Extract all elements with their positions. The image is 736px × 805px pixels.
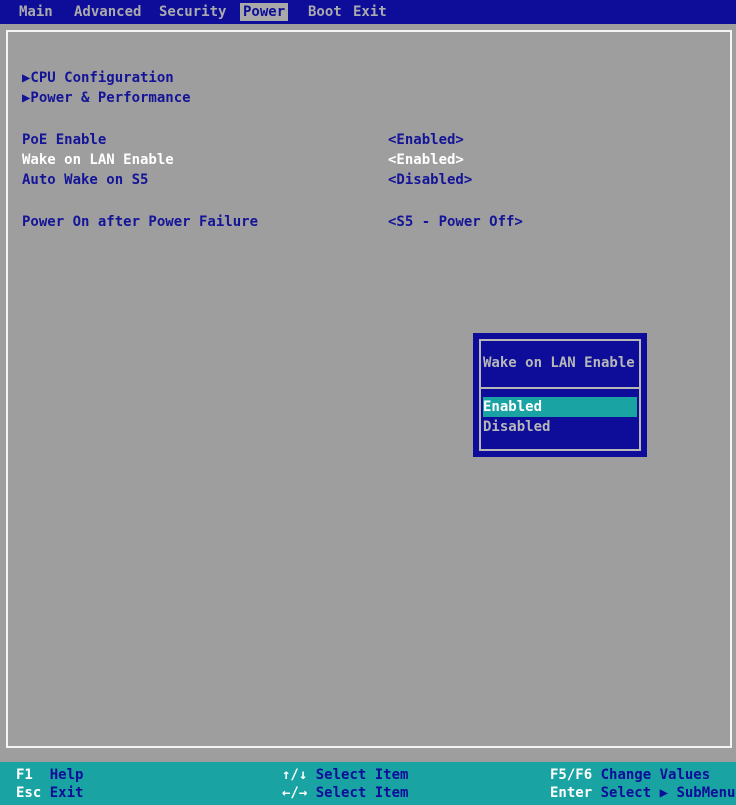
popup-divider [481,387,639,389]
setting-value[interactable]: <Enabled> [388,151,464,169]
key-label: ↑/↓ [282,767,308,783]
help-up-down: ↑/↓ Select Item [282,766,408,784]
setting-row-auto-wake-s5[interactable]: Auto Wake on S5 <Disabled> [22,171,722,189]
tab-security[interactable]: Security [156,3,229,21]
setting-value[interactable]: <Disabled> [388,171,472,189]
help-enter: Enter Select ▶ SubMenu [550,784,735,802]
help-left-right: ←/→ Select Item [282,784,408,802]
key-desc: Exit [49,785,84,801]
setting-row-power-on-after-failure[interactable]: Power On after Power Failure <S5 - Power… [22,213,722,231]
key-label: F1 [16,767,33,783]
tab-main[interactable]: Main [16,3,56,21]
submenu-power-performance[interactable]: ▶Power & Performance [22,89,191,107]
tab-advanced[interactable]: Advanced [71,3,144,21]
popup-frame: Wake on LAN Enable Enabled Disabled [479,339,641,451]
help-f1: F1 Help [16,766,83,784]
setting-value[interactable]: <Enabled> [388,131,464,149]
popup-option-enabled[interactable]: Enabled [483,397,637,417]
popup-option-disabled[interactable]: Disabled [483,417,637,437]
key-desc: Select ▶ SubMenu [600,785,736,801]
key-label: Enter [550,785,593,801]
tab-power[interactable]: Power [240,3,289,21]
key-desc: Change Values [600,767,711,783]
help-f5-f6: F5/F6 Change Values [550,766,710,784]
setting-label: Power On after Power Failure [22,214,259,230]
key-label: F5/F6 [550,767,593,783]
popup-title: Wake on LAN Enable [483,355,635,371]
key-label: ←/→ [282,785,308,801]
setting-label: PoE Enable [22,132,107,148]
help-esc: Esc Exit [16,784,83,802]
setting-label: Wake on LAN Enable [22,152,174,168]
tab-boot[interactable]: Boot [305,3,345,21]
key-desc: Select Item [315,785,409,801]
setting-label: Auto Wake on S5 [22,172,149,188]
setting-value[interactable]: <S5 - Power Off> [388,213,523,231]
setting-row-wake-on-lan[interactable]: Wake on LAN Enable <Enabled> [22,151,722,169]
key-desc: Select Item [315,767,409,783]
menu-bar: Main Advanced Security Power Boot Exit [0,0,736,24]
setting-row-poe-enable[interactable]: PoE Enable <Enabled> [22,131,722,149]
help-footer: F1 Help ↑/↓ Select Item F5/F6 Change Val… [0,762,736,805]
key-label: Esc [16,785,42,801]
key-desc: Help [49,767,84,783]
tab-exit[interactable]: Exit [350,3,390,21]
option-popup: Wake on LAN Enable Enabled Disabled [473,333,647,457]
submenu-cpu-configuration[interactable]: ▶CPU Configuration [22,69,174,87]
